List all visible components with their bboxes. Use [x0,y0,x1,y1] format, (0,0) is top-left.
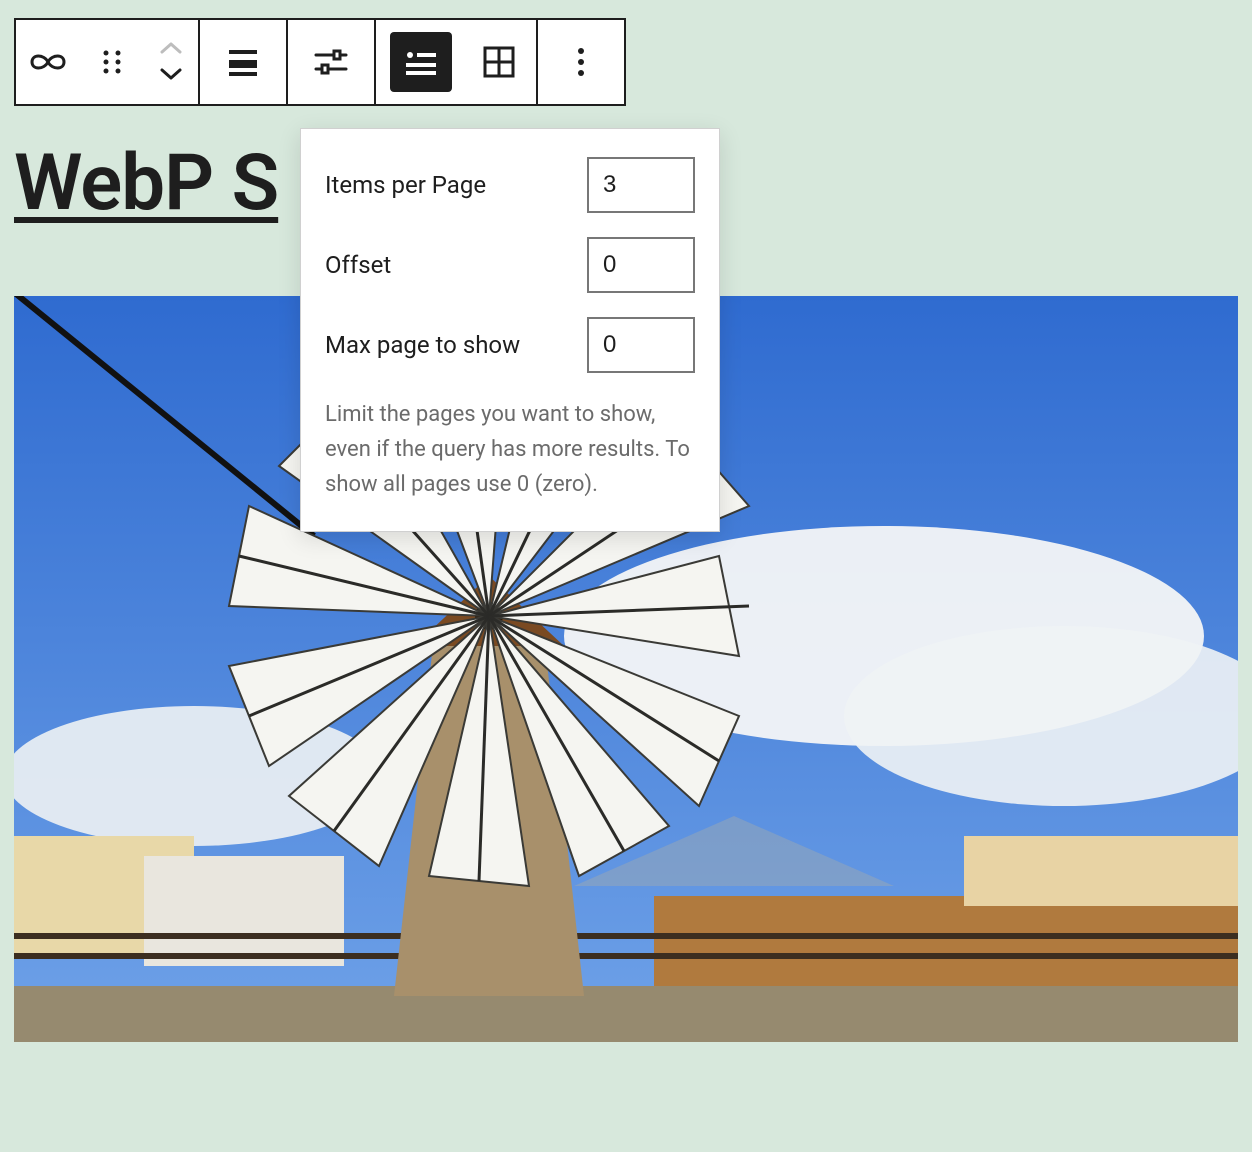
toolbar-group-layout [376,20,538,104]
offset-row: Offset [325,237,695,293]
items-per-page-input[interactable] [587,157,695,213]
query-loop-icon [30,50,66,74]
move-up-button[interactable] [155,39,187,59]
toolbar-group-block [16,20,200,104]
items-per-page-label: Items per Page [325,171,486,199]
post-title[interactable]: WebP S [14,138,278,229]
offset-input[interactable] [587,237,695,293]
display-settings-button[interactable] [288,20,374,104]
max-page-help-text: Limit the pages you want to show, even i… [325,397,695,503]
toolbar-group-settings [288,20,376,104]
chevron-down-icon [159,66,183,85]
block-movers [144,20,198,104]
offset-label: Offset [325,251,391,279]
max-page-label: Max page to show [325,331,520,359]
max-page-input[interactable] [587,317,695,373]
move-down-button[interactable] [155,65,187,85]
grid-view-button[interactable] [464,20,534,104]
toolbar-group-align [200,20,288,104]
align-icon [227,48,259,76]
more-vertical-icon [577,47,585,77]
list-view-icon [404,48,438,76]
toolbar-group-more [538,20,624,104]
list-view-button[interactable] [390,32,452,92]
block-toolbar [14,18,626,106]
drag-handle-button[interactable] [80,20,144,104]
max-page-row: Max page to show [325,317,695,373]
settings-sliders-icon [314,47,348,77]
block-type-button[interactable] [16,20,80,104]
drag-handle-icon [101,48,123,76]
more-options-button[interactable] [538,20,624,104]
items-per-page-row: Items per Page [325,157,695,213]
display-settings-popover: Items per Page Offset Max page to show L… [300,128,720,532]
chevron-up-icon [159,40,183,59]
align-button[interactable] [200,20,286,104]
grid-view-icon [483,46,515,78]
